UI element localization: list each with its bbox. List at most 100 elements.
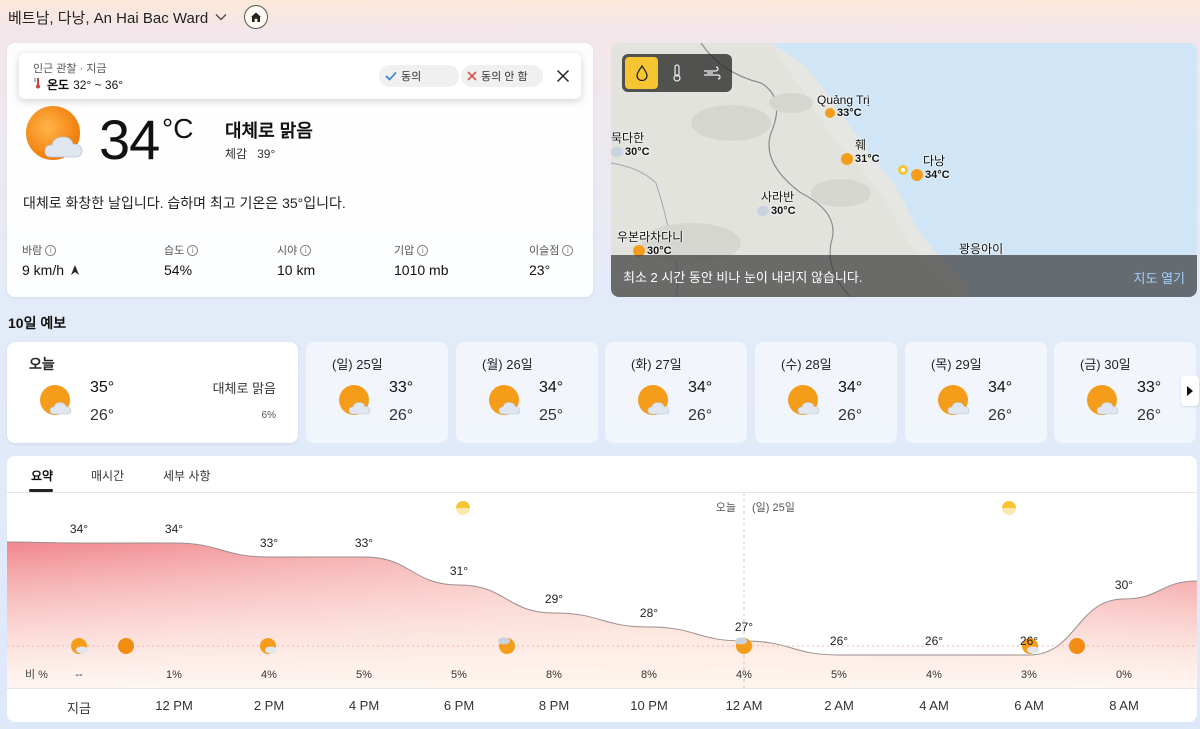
popup-label: 온도 (47, 78, 70, 92)
city-name: 사라반 (761, 190, 795, 204)
stat-dew-point[interactable]: 이슬점 i 23° (529, 242, 574, 278)
forecast-day[interactable]: (금) 30일 33° 26° (1054, 342, 1196, 443)
forecast-day[interactable]: (일) 25일 33° 26° (306, 342, 448, 443)
city-name: 우본라차다니 (617, 230, 684, 244)
close-button[interactable] (553, 66, 573, 86)
sunrise-icon (456, 501, 470, 516)
forecast-day[interactable]: (화) 27일 34° 26° (605, 342, 747, 443)
temperature-label: 34° (165, 522, 183, 536)
precip-label: 0% (1116, 669, 1132, 681)
tab-hourly[interactable]: 매시간 (91, 467, 124, 484)
forecast-day[interactable]: (월) 26일 34° 25° (456, 342, 598, 443)
agree-button[interactable]: 동의 (379, 65, 459, 87)
temperature-label: 29° (545, 592, 563, 606)
forecast-next-button[interactable] (1181, 376, 1199, 406)
day-condition: 대체로 맑음 (212, 381, 276, 396)
info-icon[interactable]: i (187, 244, 199, 256)
forecast-day[interactable]: (목) 29일 34° 26° (905, 342, 1047, 443)
map-layer-toolbar (622, 54, 732, 92)
partly-sunny-icon (40, 385, 72, 415)
thermometer-icon (33, 77, 43, 92)
map-city-hue[interactable]: 훼 31°C (841, 136, 880, 165)
city-name: 묵다한 (611, 131, 645, 145)
weather-map[interactable]: Quảng Trị 33°C 훼 31°C 다낭 34°C 묵다한 30°C 사… (611, 43, 1197, 297)
current-condition: 대체로 맑음 (225, 121, 313, 141)
check-icon (385, 71, 397, 81)
temperature-label: 30° (1115, 578, 1133, 592)
tab-summary[interactable]: 요약 (31, 467, 53, 484)
map-city-ubon[interactable]: 우본라차다니 30°C (617, 228, 683, 257)
temperature-label: 33° (355, 536, 373, 550)
day-label: (일) 25일 (332, 357, 383, 372)
time-label: 2 PM (253, 698, 285, 713)
map-city-da-nang[interactable]: 다낭 34°C (911, 152, 950, 181)
map-city-salavan[interactable]: 사라반 30°C (757, 188, 796, 217)
day-high: 34° (988, 379, 1013, 396)
forecast-day[interactable]: (수) 28일 34° 26° (755, 342, 897, 443)
popup-title: 인근 관찰 · 지금 (33, 63, 107, 75)
close-icon (556, 69, 570, 83)
tab-underline (29, 489, 53, 492)
temperature-unit[interactable]: °C (162, 113, 193, 145)
tab-details[interactable]: 세부 사항 (163, 467, 211, 484)
observation-popup: 인근 관찰 · 지금 온도 32° ~ 36° 동의 동의 안 함 (19, 53, 581, 99)
stat-visibility[interactable]: 시야 i 10 km (277, 242, 315, 278)
city-temp: 33°C (837, 107, 862, 119)
city-name: 다낭 (923, 154, 946, 168)
day-label: (화) 27일 (631, 357, 682, 372)
wind-icon (704, 66, 721, 80)
agree-label: 동의 (401, 71, 422, 83)
info-icon[interactable]: i (562, 244, 574, 256)
disagree-label: 동의 안 함 (481, 71, 528, 83)
time-label: 4 PM (348, 698, 380, 713)
home-icon (251, 12, 262, 22)
day-low: 26° (838, 407, 863, 424)
info-icon[interactable]: i (45, 244, 57, 256)
time-label: 8 AM (1109, 698, 1139, 713)
city-temp: 31°C (855, 153, 880, 165)
current-location-marker (898, 165, 908, 175)
open-map-link[interactable]: 지도 열기 (1134, 268, 1185, 287)
day-high: 34° (539, 379, 564, 396)
stat-wind[interactable]: 바람 i 9 km/h (22, 242, 80, 278)
time-label: 8 PM (538, 698, 570, 713)
home-button[interactable] (244, 5, 269, 29)
temperature-label: 33° (260, 536, 278, 550)
partly-sunny-icon (339, 385, 371, 415)
temperature-label: 26° (830, 634, 848, 648)
info-icon[interactable]: i (417, 244, 429, 256)
weather-icon (841, 153, 853, 165)
day-low: 26° (389, 407, 414, 424)
stat-label: 기압 (394, 245, 415, 257)
precip-label: -- (75, 669, 83, 681)
thermometer-icon (673, 64, 681, 82)
city-temp: 30°C (625, 146, 650, 158)
chevron-down-icon[interactable] (214, 10, 228, 24)
stat-pressure[interactable]: 기압 i 1010 mb (394, 242, 448, 278)
temperature-layer-button[interactable] (660, 57, 693, 89)
top-bar: 베트남, 다낭, An Hai Bac Ward (0, 0, 1200, 34)
day-low: 25° (539, 407, 564, 424)
temperature-label: 26° (1020, 634, 1038, 648)
day-high: 34° (688, 379, 713, 396)
temperature-label: 26° (925, 634, 943, 648)
location-label[interactable]: 베트남, 다낭, An Hai Bac Ward (8, 7, 208, 28)
precip-label: 8% (546, 669, 562, 681)
x-icon (467, 71, 477, 81)
map-city-muk-da-han[interactable]: 묵다한 30°C (611, 129, 650, 158)
day-high: 35° (90, 379, 115, 396)
wind-layer-button[interactable] (696, 57, 729, 89)
forecast-day-today[interactable]: 오늘 35° 26° 대체로 맑음 6% (7, 342, 298, 443)
stat-label: 바람 (22, 245, 43, 257)
precipitation-layer-button[interactable] (625, 57, 659, 89)
info-icon[interactable]: i (300, 244, 312, 256)
current-weather-card: 인근 관찰 · 지금 온도 32° ~ 36° 동의 동의 안 함 34 °C … (7, 43, 593, 297)
disagree-button[interactable]: 동의 안 함 (461, 65, 543, 87)
map-city-quang-tri[interactable]: Quảng Trị 33°C (817, 93, 870, 119)
chevron-right-icon (1187, 386, 1193, 396)
partly-sunny-icon (638, 385, 670, 415)
weather-icon (911, 169, 923, 181)
weather-icon (825, 108, 835, 118)
stat-humidity[interactable]: 습도 i 54% (164, 242, 199, 278)
partly-sunny-icon (938, 385, 970, 415)
